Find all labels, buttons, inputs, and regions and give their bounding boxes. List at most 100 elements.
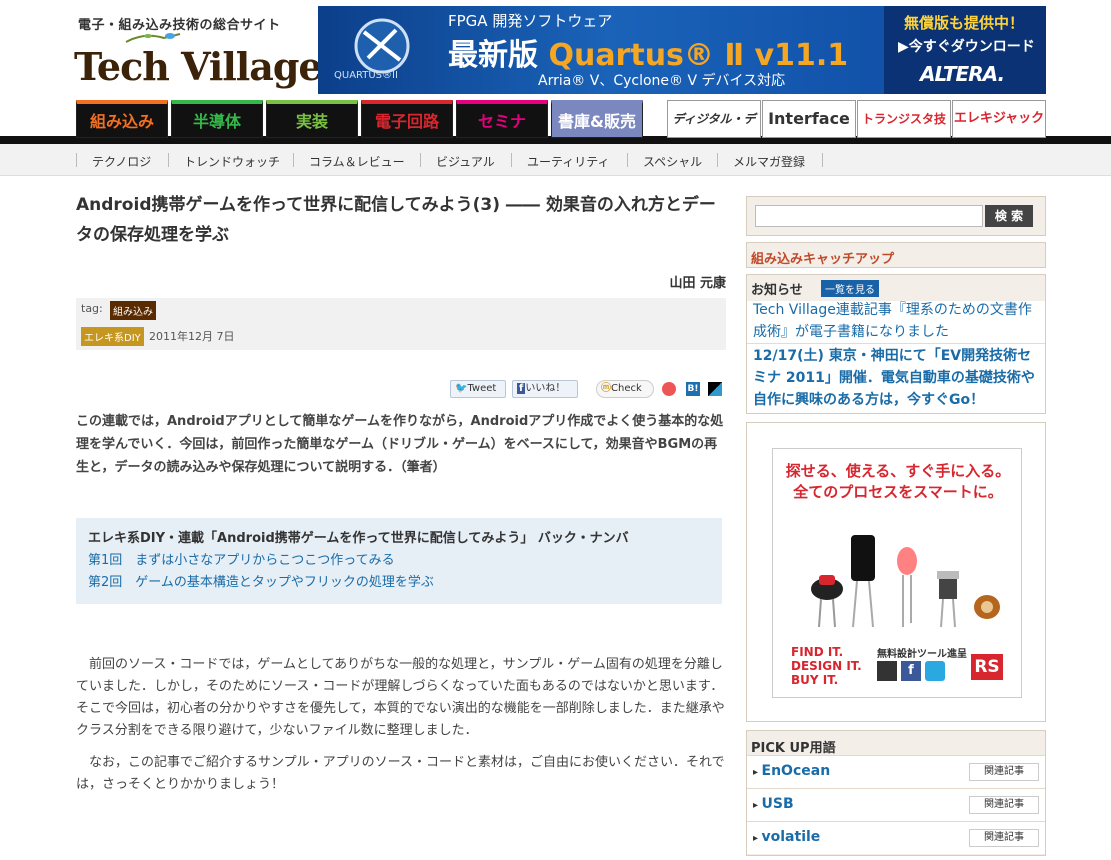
nav-tab-semiconductor[interactable]: 半導体 [171,100,263,138]
article-author: 山田 元康 [669,276,726,291]
nav-tab-seminar[interactable]: セミナ [456,100,548,138]
catchup-link[interactable]: 組み込みキャッチアップ [747,243,1045,272]
ad-line-2: 全てのプロセスをスマートに。 [793,483,1003,501]
pickup-term-label: volatile [761,829,821,845]
subnav-trendwatch[interactable]: トレンドウォッチ [184,153,280,170]
subnav-separator [822,153,823,167]
nav-tab-circuits[interactable]: 電子回路 [361,100,453,138]
subnav-utility[interactable]: ユーティリティ [527,153,610,170]
mixi-check-button[interactable]: ⓜCheck [596,380,654,398]
delicious-icon[interactable] [708,382,722,396]
twitter-icon [925,661,945,681]
nav-mag-transistor[interactable]: トランジスタ技術 [857,100,951,162]
ad-design: DESIGN IT. [791,659,862,673]
pickup-term[interactable]: ▸ volatile [753,829,820,845]
sub-nav: テクノロジ トレンドウォッチ コラム＆レビュー ビジュアル ユーティリティ スペ… [0,144,1111,176]
subnav-special[interactable]: スペシャル [643,153,702,170]
subnav-separator [511,153,512,167]
banner-free-label: 無償版も提供中！ [904,14,1025,32]
ad-find: FIND IT. [791,645,844,659]
like-button-label: いいね！ [525,383,566,394]
twitter-bird-icon: 🐦 [455,383,468,394]
site-logo[interactable]: Tech Village [74,44,323,89]
back-number-link-2[interactable]: 第2回 ゲームの基本構造とタップやフリックの処理を学ぶ [88,571,710,590]
subnav-separator [293,153,294,167]
nav-mag-interface[interactable]: Interface [762,100,856,138]
pickup-term-label: EnOcean [761,763,831,779]
article: Android携帯ゲームを作って世界に配信してみよう(3) ―― 効果音の入れ方… [76,190,726,792]
back-number-link-1[interactable]: 第1回 まずは小さなアプリからこつこつ作ってみる [88,549,710,568]
related-articles-button[interactable]: 関連記事 [969,796,1039,814]
banner-cta[interactable]: 無償版も提供中！ ▶今すぐダウンロード ALTERA. [884,6,1046,94]
bullet-icon: ▸ [753,767,762,778]
notice-item[interactable]: 12/17(土) 東京・神田にて「EV開発技術セミナ 2011」開催．電気自動車… [753,345,1043,411]
nav-tab-mounting[interactable]: 実装 [266,100,358,138]
related-articles-button[interactable]: 関連記事 [969,829,1039,847]
ad-free-tool: 無料設計ツール進呈 [877,649,967,660]
quartus-logo-label: QUARTUS®II [334,70,398,81]
tweet-button[interactable]: 🐦Tweet [450,380,506,398]
notice-item[interactable]: Tech Village連載記事『理系のための文書作成術』が電子書籍になりました [753,299,1043,343]
related-articles-button[interactable]: 関連記事 [969,763,1039,781]
ad-line-1: 探せる、使える、すぐ手に入る。 [785,462,1011,480]
subnav-separator [420,153,421,167]
pickup-row[interactable]: ▸ volatile 関連記事 [747,821,1045,854]
article-intro: この連載では，Androidアプリとして簡単なゲームを作りながら，Android… [76,414,724,475]
altera-logo: ALTERA. [920,62,1005,86]
hatena-bookmark-icon[interactable]: B! [686,382,700,396]
catchup-box: 組み込みキャッチアップ [746,242,1046,268]
bullet-icon: ▸ [753,833,762,844]
pickup-box: PICK UP用語 ▸ EnOcean 関連記事 ▸ USB 関連記事 ▸ vo… [746,730,1046,856]
back-number-box: エレキ系DIY・連載「Android携帯ゲームを作って世界に配信してみよう」 バ… [76,518,722,604]
banner-title-prefix: 最新版 [448,38,549,73]
social-buttons: 🐦Tweet f いいね！ ⓜCheck B! [450,380,730,400]
nav-tab-library[interactable]: 書庫&販売 [551,100,643,138]
notice-list-button[interactable]: 一覧を見る [821,280,879,297]
ad-headline: 探せる、使える、すぐ手に入る。 全てのプロセスをスマートに。 [773,461,1023,503]
rs-logo: RS [971,654,1003,680]
pickup-term[interactable]: ▸ USB [753,796,794,812]
subnav-technology[interactable]: テクノロジ [92,153,151,170]
back-number-title: エレキ系DIY・連載「Android携帯ゲームを作って世界に配信してみよう」 バ… [88,531,629,546]
banner-product: Quartus® Ⅱ v11.1 [548,38,849,73]
nav-tab-embedded[interactable]: 組み込み [76,100,168,138]
subnav-separator [168,153,169,167]
tweet-button-label: Tweet [467,383,497,394]
search-button[interactable]: 検 索 [985,205,1033,227]
mixi-icon: ⓜ [601,383,611,394]
nav-mag-digital-design[interactable]: ディジタル・デザイン [667,100,761,162]
category-badge[interactable]: エレキ系DIY [81,327,144,346]
banner-subtitle: FPGA 開発ソフトウェア [448,12,613,30]
article-meta: tag: 組み込み エレキ系DIY 2011年12月 7日 [76,298,726,350]
quartus-banner[interactable]: QUARTUS®II FPGA 開発ソフトウェア 最新版 Quartus® Ⅱ … [318,6,1046,94]
main-nav: 組み込み 半導体 実装 電子回路 セミナ 書庫&販売 ディジタル・デザイン In… [0,100,1111,162]
subnav-visual[interactable]: ビジュアル [436,153,495,170]
subnav-newsletter[interactable]: メルマガ登録 [733,153,805,170]
subnav-separator [717,153,718,167]
tag-label: tag: [81,302,103,315]
clip-icon[interactable] [662,382,676,396]
subnav-column-review[interactable]: コラム＆レビュー [309,153,405,170]
notice-box: お知らせ 一覧を見る Tech Village連載記事『理系のための文書作成術』… [746,274,1046,414]
facebook-like-button[interactable]: f いいね！ [512,380,578,398]
ad-slogan: FIND IT. DESIGN IT. BUY IT. [791,645,862,687]
search-input[interactable] [755,205,983,227]
tag-badge[interactable]: 組み込み [110,301,156,320]
pickup-row[interactable]: ▸ EnOcean 関連記事 [747,755,1045,788]
article-body-paragraph: 前回のソース・コードでは，ゲームとしてありがちな一般的な処理と，サンプル・ゲーム… [76,657,725,738]
banner-download-link[interactable]: ▶今すぐダウンロード [898,36,1035,56]
site-header: 電子・組み込み技術の総合サイト Tech Village QUARTUS®II … [0,0,1111,100]
pickup-row[interactable]: ▸ USB 関連記事 [747,788,1045,821]
notice-title: お知らせ [747,275,1045,301]
banner-devices: Arria® Ⅴ、Cyclone® Ⅴ デバイス対応 [538,73,786,89]
rs-advertisement[interactable]: 探せる、使える、すぐ手に入る。 全てのプロセスをスマートに。 FIND IT. … [772,448,1022,698]
bullet-icon: ▸ [753,800,762,811]
article-title: Android携帯ゲームを作って世界に配信してみよう(3) ―― 効果音の入れ方… [76,195,716,245]
banner-title: 最新版 Quartus® Ⅱ v11.1 [448,30,848,74]
designspark-icon [877,661,897,681]
notice-divider [747,343,1045,344]
facebook-icon: f [901,661,921,681]
nav-mag-elekijack[interactable]: エレキジャック [952,100,1046,138]
subnav-separator [627,153,628,167]
pickup-term[interactable]: ▸ EnOcean [753,763,830,779]
